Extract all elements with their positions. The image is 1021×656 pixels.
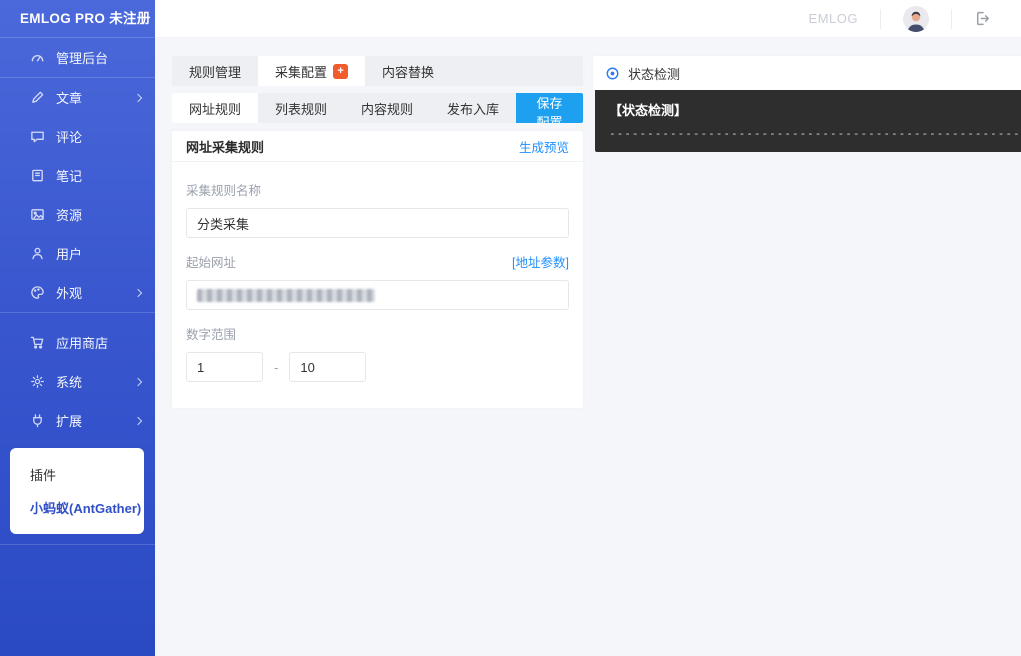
tab-label: 网址规则 <box>189 99 241 118</box>
cart-icon <box>30 335 45 350</box>
card-title: 网址采集规则 <box>186 137 264 156</box>
console-dashed-line: ----------------------------------------… <box>609 127 1021 140</box>
chevron-right-icon <box>134 416 142 424</box>
chevron-right-icon <box>134 288 142 296</box>
sidebar-item-system[interactable]: 系统 <box>0 362 155 401</box>
user-avatar[interactable] <box>881 6 951 32</box>
card-header: 网址采集规则 生成预览 <box>172 131 583 162</box>
dashboard-icon <box>30 50 45 65</box>
range-separator: - <box>274 360 278 375</box>
number-range-row: - <box>186 352 569 382</box>
sidebar-item-label: 资源 <box>56 205 82 224</box>
pencil-icon <box>30 90 45 105</box>
tab-rule-management[interactable]: 规则管理 <box>172 56 258 86</box>
topbar: EMLOG <box>155 0 1021 38</box>
image-icon <box>30 207 45 222</box>
tab-label: 内容替换 <box>382 62 434 81</box>
tab-content-rules[interactable]: 内容规则 <box>344 93 430 123</box>
submenu-item-antgather[interactable]: 小蚂蚁(AntGather) <box>10 491 144 524</box>
number-range-label: 数字范围 <box>186 324 569 343</box>
sidebar-item-app-store[interactable]: 应用商店 <box>0 323 155 362</box>
rule-name-input[interactable] <box>186 208 569 238</box>
extensions-submenu: 插件 小蚂蚁(AntGather) <box>10 448 144 534</box>
sidebar-item-dashboard[interactable]: 管理后台 <box>0 38 155 77</box>
secondary-tabs: 网址规则 列表规则 内容规则 发布入库 保存配置 <box>172 93 583 123</box>
console-title: 【状态检测】 <box>609 100 1021 119</box>
logout-icon <box>974 10 991 27</box>
sidebar-item-comments[interactable]: 评论 <box>0 117 155 156</box>
sidebar-item-appearance[interactable]: 外观 <box>0 273 155 312</box>
sidebar-item-resources[interactable]: 资源 <box>0 195 155 234</box>
url-params-link[interactable]: [地址参数] <box>512 252 569 271</box>
tab-collect-config[interactable]: 采集配置 + <box>258 56 365 86</box>
start-url-input[interactable] <box>186 280 569 310</box>
field-label-text: 起始网址 <box>186 252 236 271</box>
sidebar-item-label: 外观 <box>56 283 82 302</box>
save-config-button[interactable]: 保存配置 <box>516 93 583 123</box>
add-badge: + <box>333 64 348 79</box>
user-icon <box>30 246 45 261</box>
sidebar-item-extensions[interactable]: 扩展 <box>0 401 155 440</box>
sidebar-item-label: 笔记 <box>56 166 82 185</box>
tab-label: 发布入库 <box>447 99 499 118</box>
chevron-right-icon <box>134 93 142 101</box>
chevron-right-icon <box>134 377 142 385</box>
tab-content-replace[interactable]: 内容替换 <box>365 56 451 86</box>
gear-icon <box>30 374 45 389</box>
url-rule-card: 网址采集规则 生成预览 采集规则名称 起始网址 [地址参数] 数字范围 <box>172 131 583 408</box>
collector-panel: 规则管理 采集配置 + 内容替换 网址规则 列表规则 内容规则 发布入库 <box>172 56 583 408</box>
bullseye-icon <box>605 66 620 81</box>
sidebar: EMLOG PRO 未注册 管理后台 文章 评论 笔记 <box>0 0 155 656</box>
tab-label: 内容规则 <box>361 99 413 118</box>
brand-title: EMLOG PRO 未注册 <box>0 0 155 38</box>
plug-icon <box>30 413 45 428</box>
sidebar-item-label: 应用商店 <box>56 333 108 352</box>
avatar-image <box>903 6 929 32</box>
field-label-text: 采集规则名称 <box>186 180 261 199</box>
sidebar-item-users[interactable]: 用户 <box>0 234 155 273</box>
site-home-link[interactable]: EMLOG <box>787 11 880 26</box>
redacted-url-value <box>197 289 375 302</box>
status-panel: 状态检测 【状态检测】 ----------------------------… <box>593 56 1021 152</box>
tab-label: 采集配置 <box>275 62 327 81</box>
status-title: 状态检测 <box>628 64 680 83</box>
tab-url-rules[interactable]: 网址规则 <box>172 93 258 123</box>
primary-tabs: 规则管理 采集配置 + 内容替换 <box>172 56 583 86</box>
spacer <box>0 313 155 323</box>
status-header: 状态检测 <box>593 56 1021 90</box>
sidebar-item-label: 管理后台 <box>56 48 108 67</box>
sidebar-item-articles[interactable]: 文章 <box>0 78 155 117</box>
tab-label: 列表规则 <box>275 99 327 118</box>
sidebar-item-label: 文章 <box>56 88 82 107</box>
tab-publish[interactable]: 发布入库 <box>430 93 516 123</box>
field-label-text: 数字范围 <box>186 324 236 343</box>
tab-label: 规则管理 <box>189 62 241 81</box>
card-body: 采集规则名称 起始网址 [地址参数] 数字范围 - <box>172 162 583 408</box>
palette-icon <box>30 285 45 300</box>
submenu-item-plugins[interactable]: 插件 <box>10 458 144 491</box>
sidebar-item-label: 扩展 <box>56 411 82 430</box>
sidebar-item-label: 用户 <box>56 244 82 263</box>
sidebar-item-label: 评论 <box>56 127 82 146</box>
sidebar-divider <box>0 544 155 545</box>
status-console: 【状态检测】 ---------------------------------… <box>595 90 1021 152</box>
sidebar-item-notes[interactable]: 笔记 <box>0 156 155 195</box>
logout-button[interactable] <box>952 10 1005 27</box>
rule-name-label: 采集规则名称 <box>186 180 569 199</box>
generate-preview-link[interactable]: 生成预览 <box>519 137 569 156</box>
main-content: 规则管理 采集配置 + 内容替换 网址规则 列表规则 内容规则 发布入库 <box>155 38 1021 656</box>
range-to-input[interactable] <box>289 352 366 382</box>
range-from-input[interactable] <box>186 352 263 382</box>
start-url-label-row: 起始网址 [地址参数] <box>186 252 569 271</box>
comment-icon <box>30 129 45 144</box>
tab-list-rules[interactable]: 列表规则 <box>258 93 344 123</box>
notebook-icon <box>30 168 45 183</box>
sidebar-item-label: 系统 <box>56 372 82 391</box>
